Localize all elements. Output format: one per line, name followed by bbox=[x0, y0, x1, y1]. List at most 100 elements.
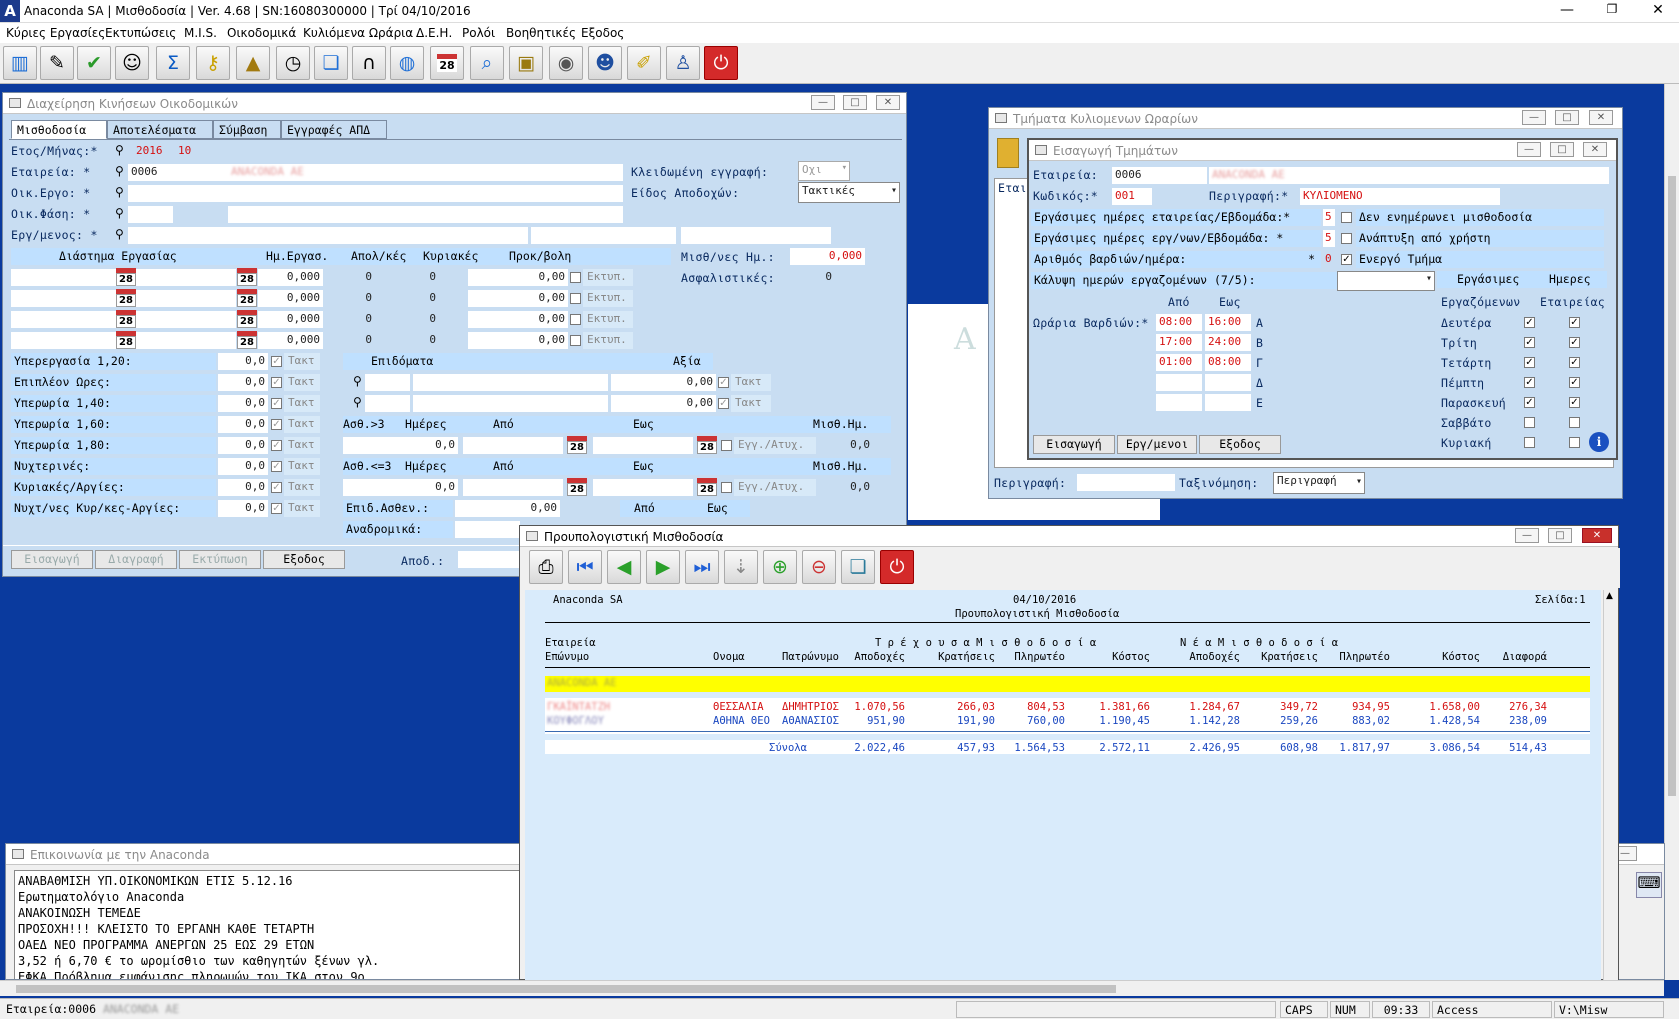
print-checkbox[interactable] bbox=[570, 314, 581, 325]
close-button[interactable]: ✕ bbox=[876, 95, 900, 110]
employee-name-field[interactable] bbox=[228, 227, 528, 244]
benefit-code-field[interactable] bbox=[365, 374, 410, 391]
employee-workday-checkbox[interactable]: ✓ bbox=[1524, 357, 1535, 368]
key-icon[interactable]: ⚷ bbox=[196, 46, 230, 80]
announcement-item[interactable]: 3,52 ή 6,70 € το ωρομίσθιο των καθηγητών… bbox=[18, 953, 520, 969]
folder-icon[interactable] bbox=[997, 138, 1019, 168]
announcement-item[interactable]: ΑΝΑΚΟΙΝΩΣΗ ΤΕΜΕΔΕ bbox=[18, 905, 520, 921]
bonus-field[interactable]: 0,00 bbox=[468, 290, 568, 307]
absences-field[interactable]: 0 bbox=[353, 269, 375, 286]
menu-utilities[interactable]: Βοηθητικές bbox=[506, 26, 576, 40]
overtime-value-field[interactable]: 0,0 bbox=[218, 458, 268, 475]
scroll-thumb[interactable] bbox=[1668, 176, 1676, 796]
benefit-code-field-2[interactable] bbox=[365, 395, 410, 412]
work-days-field[interactable]: 0,000 bbox=[258, 269, 323, 286]
calendar-icon[interactable]: 28 bbox=[115, 310, 137, 328]
overtime-value-field[interactable]: 0,0 bbox=[218, 479, 268, 496]
work-days-field[interactable]: 0,000 bbox=[258, 290, 323, 307]
shift-from-field[interactable]: 01:00 bbox=[1156, 354, 1202, 371]
maximize-button[interactable]: □ bbox=[1548, 528, 1572, 543]
tools-icon[interactable]: ✎ bbox=[40, 46, 74, 80]
company-workday-checkbox[interactable]: ✓ bbox=[1569, 397, 1580, 408]
filter-description-field[interactable] bbox=[1077, 474, 1175, 491]
maximize-button[interactable]: □ bbox=[1555, 110, 1579, 125]
overtime-value-field[interactable]: 0,0 bbox=[218, 437, 268, 454]
shift-from-field[interactable]: 08:00 bbox=[1156, 314, 1202, 331]
binoculars-icon[interactable]: ⚲ bbox=[353, 374, 362, 388]
year-field[interactable]: 2016 bbox=[133, 143, 178, 160]
shift-to-field[interactable]: 24:00 bbox=[1205, 334, 1251, 351]
employee-workday-checkbox[interactable] bbox=[1524, 417, 1535, 428]
last-page-icon[interactable]: ⏭ bbox=[685, 550, 719, 584]
close-button[interactable]: ✕ bbox=[1582, 528, 1612, 543]
sundays-field[interactable]: 0 bbox=[411, 290, 439, 307]
no-payroll-update-checkbox[interactable] bbox=[1341, 212, 1352, 223]
overtime-value-field[interactable]: 0,0 bbox=[218, 353, 268, 370]
shift-to-field[interactable] bbox=[1205, 374, 1251, 391]
coverage-select[interactable]: ▾ bbox=[1337, 271, 1435, 291]
work-days-field[interactable]: 0,000 bbox=[258, 332, 323, 349]
lock-icon[interactable]: ▣ bbox=[509, 46, 543, 80]
code-field[interactable]: 001 bbox=[1112, 188, 1152, 205]
project-code-field[interactable] bbox=[128, 185, 228, 202]
binoculars-icon[interactable]: ⚲ bbox=[115, 227, 124, 241]
active-department-checkbox[interactable]: ✓ bbox=[1341, 254, 1352, 265]
sick-under3-to[interactable] bbox=[593, 479, 693, 496]
book-icon[interactable]: ❏ bbox=[314, 46, 348, 80]
benefit-name-field-2[interactable] bbox=[413, 395, 608, 412]
maximize-button[interactable]: □ bbox=[1550, 142, 1574, 157]
user-stamp-icon[interactable]: ♙ bbox=[666, 46, 700, 80]
announcement-item[interactable]: ΟΑΕΔ ΝΕΟ ΠΡΟΓΡΑΜΜΑ ΑΝΕΡΓΩΝ 25 ΕΩΣ 29 ΕΤΩ… bbox=[18, 937, 520, 953]
power-icon[interactable]: ⏻ bbox=[880, 550, 914, 584]
sick-over3-to[interactable] bbox=[593, 437, 693, 454]
calendar-icon[interactable]: 28 bbox=[115, 331, 137, 349]
sick-under3-accident-checkbox[interactable] bbox=[721, 482, 732, 493]
bonus-field[interactable]: 0,00 bbox=[468, 311, 568, 328]
menu-rolling-schedules[interactable]: Κυλιόμενα Ωράρια bbox=[303, 26, 413, 40]
benefit-value-field-2[interactable]: 0,00 bbox=[611, 395, 716, 412]
calendar-icon[interactable]: 28 bbox=[236, 289, 258, 307]
overtime-tact-checkbox[interactable]: ✓ bbox=[271, 377, 282, 388]
sick-under3-days[interactable]: 0,0 bbox=[343, 479, 458, 496]
binoculars-icon[interactable]: ⚲ bbox=[115, 185, 124, 199]
calendar-icon[interactable]: 28 bbox=[115, 289, 137, 307]
minimize-button[interactable]: — bbox=[811, 95, 835, 110]
shift-from-field[interactable] bbox=[1156, 374, 1202, 391]
announcement-item[interactable]: Ερωτηματολόγιο Anaconda bbox=[18, 889, 520, 905]
company-workday-checkbox[interactable] bbox=[1569, 417, 1580, 428]
close-button[interactable]: ✕ bbox=[1583, 142, 1607, 157]
first-page-icon[interactable]: ⏮ bbox=[568, 550, 602, 584]
apod-field[interactable] bbox=[458, 551, 523, 568]
hscroll-thumb[interactable] bbox=[16, 985, 1116, 993]
pay-type-select[interactable]: Τακτικές ▾ bbox=[798, 182, 900, 203]
employee-workday-checkbox[interactable] bbox=[1524, 437, 1535, 448]
pyramid-icon[interactable]: ▲ bbox=[236, 46, 270, 80]
print-checkbox[interactable] bbox=[570, 335, 581, 346]
overtime-tact-checkbox[interactable]: ✓ bbox=[271, 356, 282, 367]
overtime-value-field[interactable]: 0,0 bbox=[218, 395, 268, 412]
tab-contract[interactable]: Σύμβαση bbox=[213, 120, 281, 139]
minimize-button[interactable]: — bbox=[1517, 142, 1541, 157]
menu-mis[interactable]: M.I.S. bbox=[184, 26, 217, 40]
print-checkbox[interactable] bbox=[570, 272, 581, 283]
bonus-field[interactable]: 0,00 bbox=[468, 332, 568, 349]
benefit-tact-checkbox-2[interactable]: ✓ bbox=[718, 398, 729, 409]
sick-over3-days[interactable]: 0,0 bbox=[343, 437, 458, 454]
sort-select[interactable]: Περιγραφή ▾ bbox=[1273, 472, 1365, 494]
mdi-vertical-scrollbar[interactable] bbox=[1664, 84, 1679, 980]
sigma-icon[interactable]: Σ bbox=[156, 46, 190, 80]
company-workday-checkbox[interactable]: ✓ bbox=[1569, 377, 1580, 388]
tab-apd-records[interactable]: Εγγραφές ΑΠΔ bbox=[281, 120, 387, 139]
insurance-field[interactable]: 0 bbox=[790, 269, 835, 286]
report-vertical-scrollbar[interactable]: ▲ bbox=[1603, 590, 1618, 980]
sick-over3-accident-checkbox[interactable] bbox=[721, 440, 732, 451]
shift-from-field[interactable]: 17:00 bbox=[1156, 334, 1202, 351]
absences-field[interactable]: 0 bbox=[353, 311, 375, 328]
sick-under3-wage[interactable]: 0,0 bbox=[818, 479, 873, 496]
daily-wages-field[interactable]: 0,000 bbox=[790, 248, 865, 265]
close-icon[interactable]: ✕ bbox=[1648, 2, 1668, 18]
exit-button[interactable]: Εξοδος bbox=[1199, 435, 1281, 454]
calendar-icon[interactable]: 28 bbox=[430, 46, 464, 80]
sick-over3-from[interactable] bbox=[463, 437, 563, 454]
overtime-tact-checkbox[interactable]: ✓ bbox=[271, 503, 282, 514]
